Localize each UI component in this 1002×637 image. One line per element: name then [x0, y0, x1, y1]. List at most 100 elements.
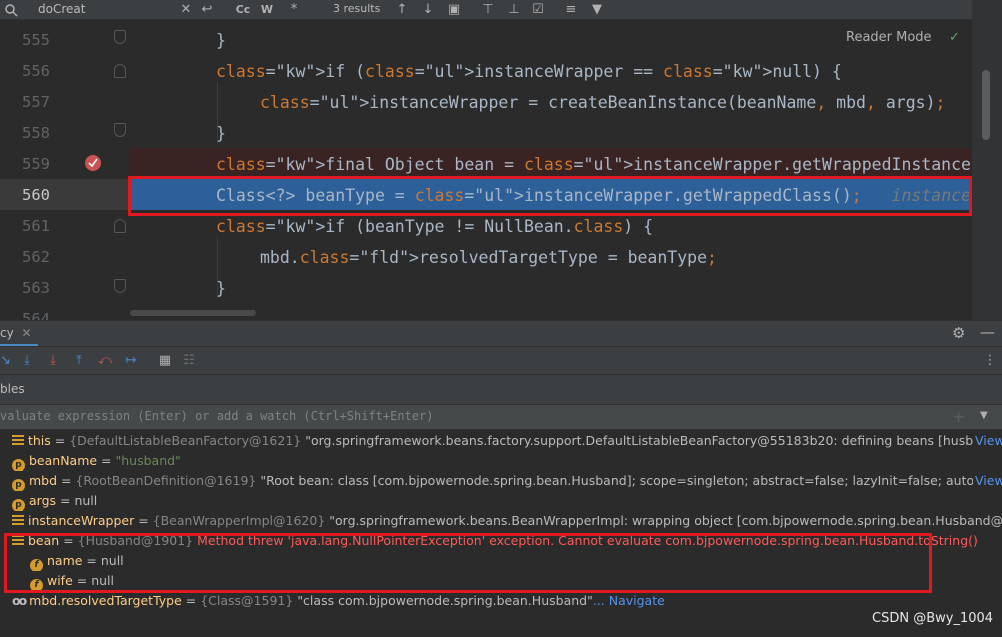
view-link[interactable]: View — [973, 431, 1002, 451]
line-number: 563 — [22, 279, 50, 297]
line-number: 560 — [22, 186, 50, 204]
variable-name: instanceWrapper — [27, 513, 135, 528]
search-results-count: 3 results — [333, 2, 381, 15]
variable-name: mbd.resolvedTargetType — [29, 593, 182, 608]
code-line: } — [216, 31, 226, 50]
search-icon — [4, 2, 18, 17]
force-step-into-icon[interactable]: ⤓ — [46, 353, 60, 369]
variable-name: this — [27, 433, 51, 448]
variables-header: bles — [0, 374, 1002, 404]
view-link[interactable]: ... Navigate — [593, 593, 665, 608]
variable-row[interactable]: p mbd = {RootBeanDefinition@1619} "Root … — [0, 471, 1002, 491]
line-number: 556 — [22, 62, 50, 80]
parameter-icon: p — [12, 499, 25, 511]
variable-row[interactable]: oo mbd.resolvedTargetType = {Class@1591}… — [0, 591, 1002, 611]
object-icon — [12, 435, 24, 446]
horizontal-scrollbar[interactable] — [130, 310, 256, 316]
debug-toolbar: ↘ ⤓ ⤓ ⤒ ⤺ ↦ ▦ ☷ ⋮ — [0, 346, 1002, 374]
evaluate-expression-icon[interactable]: ▦ — [158, 353, 172, 369]
select-all-occurrences-icon[interactable]: ▣ — [447, 2, 461, 18]
line-number: 564 — [22, 310, 50, 320]
code-line: } — [216, 124, 226, 143]
variable-name: args — [28, 493, 57, 508]
whole-word-toggle[interactable]: W — [260, 2, 274, 18]
add-occurrence-icon[interactable]: ⊤ — [480, 2, 496, 18]
fold-marker[interactable] — [114, 123, 126, 137]
watermark: CSDN @Bwy_1004 — [872, 611, 994, 626]
code-line: class="ul">instanceWrapper = createBeanI… — [260, 93, 946, 112]
variable-name: beanName — [28, 453, 98, 468]
evaluate-input[interactable]: valuate expression (Enter) or add a watc… — [0, 409, 433, 423]
variable-row[interactable]: instanceWrapper = {BeanWrapperImpl@1620}… — [0, 511, 1002, 531]
watch-icon: oo — [12, 593, 27, 608]
code-editor[interactable]: 555 556 557 558 559 560 561 562 563 564 … — [0, 20, 972, 320]
trace-stream-icon[interactable]: ☷ — [182, 353, 196, 369]
drop-frame-icon[interactable]: ⤺ — [98, 353, 112, 369]
line-number: 559 — [22, 155, 50, 173]
variable-type: {BeanWrapperImpl@1620} — [152, 513, 326, 528]
run-to-cursor-icon[interactable]: ↦ — [124, 353, 138, 369]
variable-value: "husband" — [115, 453, 181, 468]
view-link[interactable]: View — [973, 471, 1002, 491]
filter-settings-icon[interactable]: ≡ — [564, 2, 578, 18]
parameter-icon: p — [12, 479, 25, 491]
close-tab-icon[interactable]: ✕ — [22, 326, 32, 340]
arrow-up-icon[interactable]: ↑ — [395, 2, 409, 18]
line-number: 557 — [22, 93, 50, 111]
step-over-icon[interactable]: ↘ — [0, 353, 11, 369]
code-line: class="kw">if (class="ul">instanceWrappe… — [216, 62, 842, 81]
right-scroll-gutter — [972, 0, 1002, 320]
breakpoint-icon[interactable] — [84, 154, 102, 172]
evaluate-expression-bar: valuate expression (Enter) or add a watc… — [0, 404, 1002, 430]
chevron-down-icon[interactable]: ▼ — [980, 410, 988, 421]
annotation-box-line-560 — [128, 176, 972, 216]
fold-marker[interactable] — [114, 30, 126, 44]
variable-value: "class com.bjpowernode.spring.bean.Husba… — [297, 593, 593, 608]
variable-value: "org.springframework.beans.BeanWrapperIm… — [329, 513, 1002, 528]
match-case-toggle[interactable]: Cc — [234, 2, 252, 18]
variable-row[interactable]: this = {DefaultListableBeanFactory@1621}… — [0, 431, 1002, 451]
parameter-icon: p — [12, 459, 25, 471]
code-line: } — [216, 279, 226, 298]
step-into-icon[interactable]: ⤓ — [20, 353, 34, 369]
filter-icon[interactable]: ▼ — [590, 2, 604, 18]
tab-debug-session[interactable]: cy ✕ — [0, 321, 38, 346]
variable-value: null — [74, 493, 98, 508]
new-line-icon[interactable]: ↩ — [200, 2, 214, 18]
variables-title: bles — [0, 382, 25, 396]
line-number: 562 — [22, 248, 50, 266]
select-all-icon[interactable]: ☑ — [530, 2, 546, 18]
search-input[interactable]: doCreat — [38, 0, 85, 18]
find-bar: doCreat ✕ ↩ Cc W * 3 results ↑ ↓ ▣ ⊤ ⊥ ☑… — [0, 0, 972, 20]
fold-marker[interactable] — [114, 64, 126, 78]
variable-type: {RootBeanDefinition@1619} — [75, 473, 257, 488]
variable-value: "Root bean: class [com.bjpowernode.sprin… — [260, 473, 1002, 488]
debug-tab-bar: cy ✕ ⚙ — — [0, 320, 1002, 346]
gear-icon[interactable]: ⚙ — [952, 324, 965, 342]
variable-row[interactable]: p args = null — [0, 491, 1002, 511]
object-icon — [12, 515, 24, 526]
minimize-icon[interactable]: — — [980, 323, 995, 341]
variable-row[interactable]: p beanName = "husband" — [0, 451, 1002, 471]
variable-name: mbd — [28, 473, 58, 488]
remove-occurrence-icon[interactable]: ⊥ — [506, 2, 522, 18]
reader-mode-button[interactable]: Reader Mode — [846, 30, 932, 45]
variable-value: "org.springframework.beans.factory.suppo… — [305, 433, 1002, 448]
arrow-down-icon[interactable]: ↓ — [421, 2, 435, 18]
vertical-scrollbar-thumb[interactable] — [982, 70, 990, 140]
variable-type: {Class@1591} — [200, 593, 294, 608]
fold-marker[interactable] — [114, 279, 126, 293]
tab-label: cy — [0, 326, 14, 340]
add-watch-icon[interactable]: + — [952, 407, 965, 426]
code-line: mbd.class="fld">resolvedTargetType = bea… — [260, 248, 717, 267]
step-out-icon[interactable]: ⤒ — [72, 353, 86, 369]
variable-type: {DefaultListableBeanFactory@1621} — [69, 433, 302, 448]
annotation-box-bean — [4, 533, 932, 593]
line-number: 558 — [22, 124, 50, 142]
check-icon: ✓ — [949, 30, 960, 45]
line-number: 555 — [22, 31, 50, 49]
regex-toggle[interactable]: * — [288, 2, 300, 18]
clear-search-icon[interactable]: ✕ — [180, 2, 192, 18]
more-icon[interactable]: ⋮ — [982, 353, 998, 369]
fold-marker[interactable] — [114, 219, 126, 233]
